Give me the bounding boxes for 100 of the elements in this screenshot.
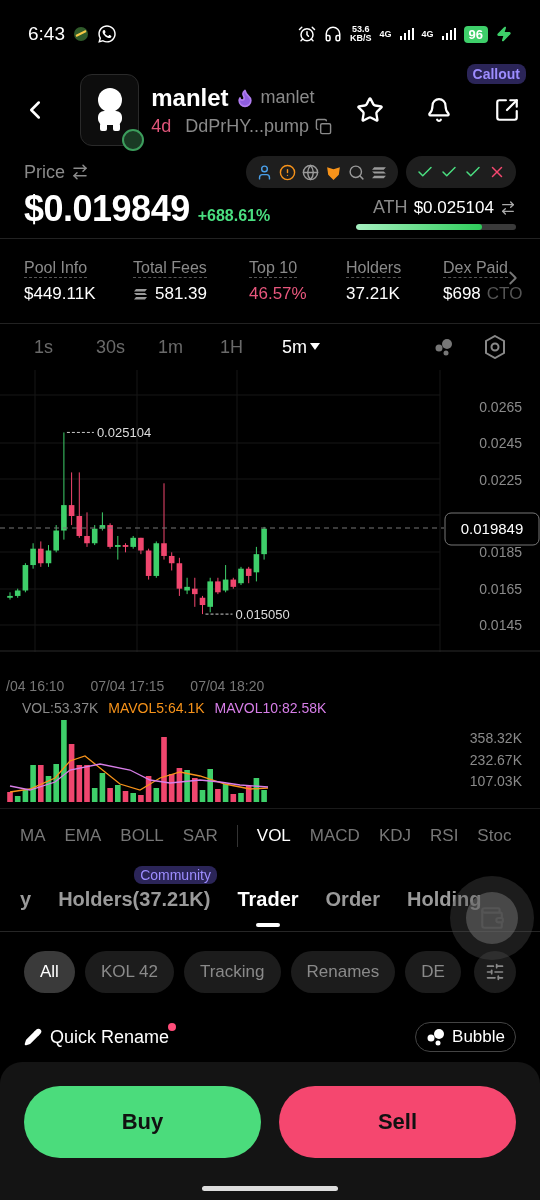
token-age: 4d bbox=[151, 115, 172, 137]
callout-badge[interactable]: Callout bbox=[466, 64, 526, 84]
filter-chip[interactable]: Renames bbox=[290, 951, 396, 993]
quick-rename-button[interactable]: Quick Rename bbox=[24, 1026, 170, 1048]
stat-label[interactable]: Top 10 bbox=[249, 258, 298, 278]
bubbles-icon bbox=[434, 337, 454, 357]
timeframe-tab[interactable]: 1H bbox=[220, 336, 282, 358]
section-tab[interactable]: y bbox=[20, 888, 32, 911]
alert-icon[interactable] bbox=[279, 163, 296, 181]
section-tab[interactable]: Holders(37.21K) bbox=[58, 888, 211, 911]
ath-label: ATH bbox=[372, 197, 408, 218]
current-price-tag: 0.019849 bbox=[444, 512, 540, 546]
axis-tick-label: 0.0245 bbox=[479, 435, 522, 451]
settings-button[interactable] bbox=[484, 335, 506, 359]
bubble-map-button[interactable] bbox=[434, 337, 454, 357]
indicator-tab[interactable]: MA bbox=[20, 825, 46, 846]
bubbles-icon bbox=[426, 1027, 447, 1047]
axis-tick-label: 0.0185 bbox=[479, 544, 522, 560]
charging-icon bbox=[496, 26, 512, 42]
filter-chip[interactable]: All bbox=[24, 951, 75, 993]
network-speed: 53.6 KB/S bbox=[350, 25, 372, 43]
star-icon bbox=[356, 96, 384, 124]
share-icon bbox=[494, 97, 520, 123]
indicator-tab[interactable]: VOL bbox=[256, 825, 291, 846]
bell-icon bbox=[426, 97, 452, 123]
timeframe-tab[interactable]: 30s bbox=[96, 336, 158, 358]
user-icon[interactable] bbox=[256, 163, 273, 181]
indicator-legend: MAVOL5:64.1K bbox=[108, 700, 205, 716]
stat-value: 37.21K bbox=[346, 283, 401, 304]
network-type: 4G bbox=[421, 29, 434, 39]
app-icon bbox=[73, 26, 89, 42]
stat-label[interactable]: Holders bbox=[346, 258, 402, 278]
section-tab[interactable]: Holding bbox=[407, 888, 482, 911]
copy-icon bbox=[315, 117, 332, 135]
timeframe-tab[interactable]: 1m bbox=[158, 336, 220, 358]
filter-chip[interactable]: KOL 42 bbox=[84, 951, 174, 993]
axis-tick-label: 107.03K bbox=[469, 773, 522, 789]
axis-tick-label: 358.32K bbox=[469, 730, 522, 746]
stat-label[interactable]: Pool Info bbox=[24, 258, 88, 278]
price-label: Price bbox=[24, 161, 65, 183]
ath-value: $0.025104 bbox=[413, 197, 494, 218]
time-axis-label: /04 16:10 bbox=[6, 678, 65, 694]
axis-tick-label: 0.0145 bbox=[479, 617, 522, 633]
axis-tick-label: 0.0265 bbox=[479, 399, 522, 415]
caret-icon bbox=[310, 343, 320, 351]
stat-value: 581.39 bbox=[133, 283, 249, 304]
indicator-tab[interactable]: EMA bbox=[64, 825, 102, 846]
sliders-icon bbox=[485, 962, 505, 982]
globe-icon[interactable] bbox=[302, 163, 319, 181]
indicator-legend: VOL:53.37K bbox=[22, 700, 99, 716]
indicator-legend: MAVOL10:82.58K bbox=[214, 700, 327, 716]
swap-icon bbox=[71, 163, 89, 181]
alert-button[interactable] bbox=[426, 97, 452, 123]
copy-button[interactable] bbox=[315, 117, 332, 135]
swap-icon[interactable] bbox=[500, 199, 516, 216]
stat-label[interactable]: Total Fees bbox=[133, 258, 207, 278]
active-tab-indicator bbox=[256, 923, 280, 927]
filter-chip[interactable]: Tracking bbox=[183, 951, 281, 993]
share-button[interactable] bbox=[494, 97, 520, 123]
stat-value: $698 CTO bbox=[443, 283, 524, 304]
indicator-tab[interactable]: SAR bbox=[182, 825, 218, 846]
section-tab[interactable]: Trader bbox=[237, 888, 299, 911]
pencil-icon bbox=[24, 1028, 42, 1046]
indicator-tab[interactable]: Stoc bbox=[477, 825, 512, 846]
favorite-button[interactable] bbox=[356, 96, 384, 124]
whatsapp-icon bbox=[97, 24, 117, 44]
sell-button[interactable]: Sell bbox=[279, 1086, 516, 1158]
low-price-label: 0.015050 bbox=[235, 607, 290, 623]
stat-value: $449.11K bbox=[24, 283, 97, 304]
axis-tick-label: 0.0165 bbox=[479, 581, 522, 597]
stat-value: 46.57% bbox=[249, 283, 308, 304]
token-price: $0.019849 bbox=[24, 188, 190, 230]
indicator-tab[interactable]: BOLL bbox=[120, 825, 164, 846]
swap-button[interactable] bbox=[71, 163, 89, 181]
time-axis-label: 07/04 18:20 bbox=[190, 678, 265, 694]
stat-label[interactable]: Dex Paid bbox=[443, 258, 508, 278]
filter-settings-button[interactable] bbox=[474, 951, 516, 993]
alarm-icon bbox=[298, 25, 316, 43]
indicator-tab[interactable]: KDJ bbox=[378, 825, 411, 846]
signal-icon bbox=[399, 28, 414, 40]
price-change: +688.61% bbox=[197, 207, 271, 225]
axis-tick-label: 0.0225 bbox=[479, 472, 522, 488]
community-badge: Community bbox=[134, 866, 217, 884]
indicator-tab[interactable]: MACD bbox=[309, 825, 360, 846]
timeframe-tab[interactable]: 5m bbox=[282, 336, 344, 358]
token-name: manlet bbox=[151, 83, 229, 112]
filter-chip[interactable]: DE bbox=[405, 951, 461, 993]
high-price-label: 0.025104 bbox=[96, 425, 152, 441]
axis-tick-label: 232.67K bbox=[469, 752, 522, 768]
buy-button[interactable]: Buy bbox=[24, 1086, 261, 1158]
contract-address: DdPrHY...pump bbox=[185, 115, 309, 137]
indicator-tab[interactable]: RSI bbox=[430, 825, 459, 846]
settings-icon bbox=[484, 335, 506, 359]
search-icon[interactable] bbox=[348, 163, 365, 181]
timeframe-tab[interactable]: 1s bbox=[34, 336, 96, 358]
token-ticker: manlet bbox=[260, 87, 315, 108]
signal-icon bbox=[441, 28, 456, 40]
network-type: 4G bbox=[379, 29, 392, 39]
section-tab[interactable]: Order bbox=[325, 888, 381, 911]
status-time: 6:43 bbox=[28, 23, 65, 45]
